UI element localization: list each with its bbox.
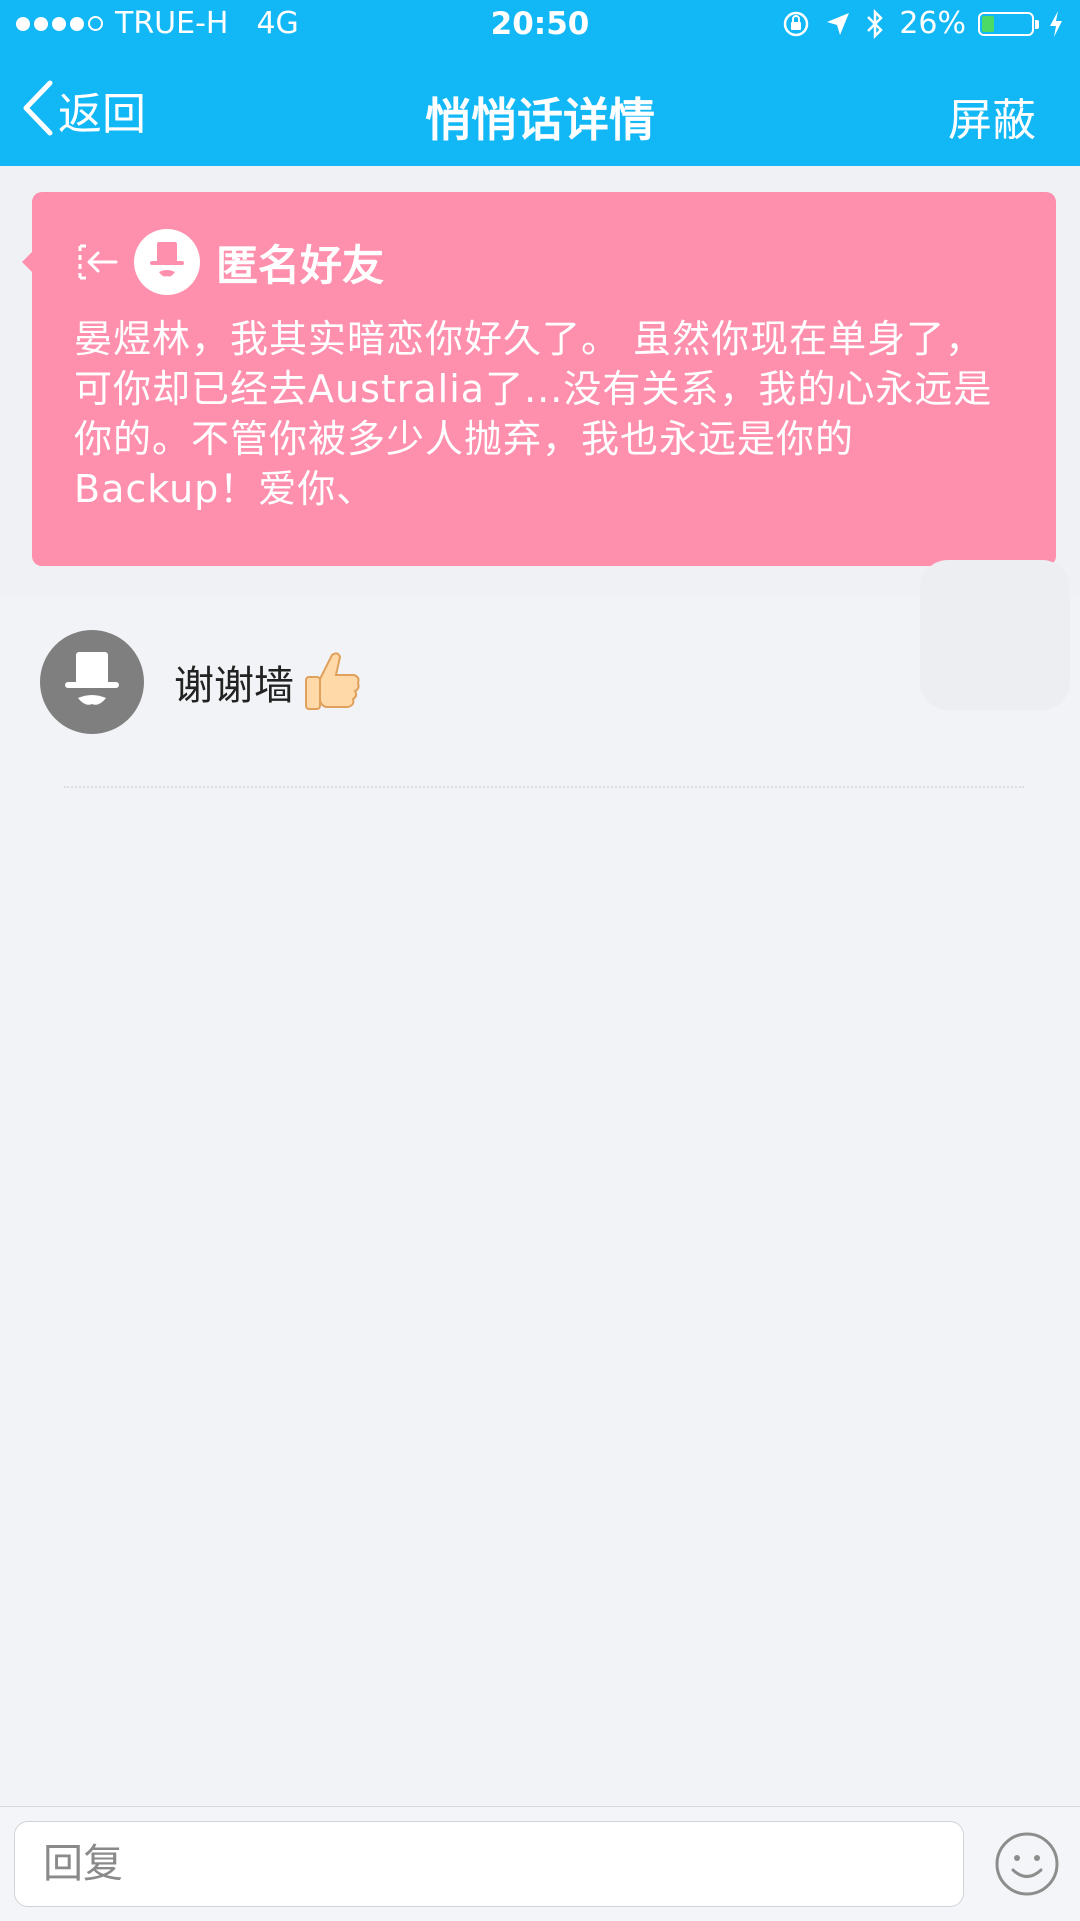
orientation-lock-icon bbox=[781, 9, 811, 39]
anonymous-avatar-icon[interactable] bbox=[40, 630, 144, 734]
smiley-icon[interactable] bbox=[994, 1831, 1060, 1897]
charging-icon bbox=[1048, 10, 1064, 38]
reply-text: 谢谢墙 bbox=[174, 663, 294, 709]
list-item: 谢谢墙 bbox=[40, 630, 1040, 734]
reply-input[interactable] bbox=[14, 1821, 964, 1907]
thumbs-up-icon bbox=[300, 649, 362, 715]
bluetooth-icon bbox=[865, 8, 885, 40]
nav-bar: 返回 悄悄话详情 屏蔽 bbox=[0, 54, 1080, 166]
divider bbox=[64, 786, 1024, 788]
header: TRUE-H 4G 20:50 26% 返回 悄悄话详情 屏蔽 bbox=[0, 0, 1080, 166]
anonymous-avatar-icon bbox=[134, 229, 200, 295]
message-section: 匿名好友 晏煜林，我其实暗恋你好久了。 虽然你现在单身了，可你却已经去Austr… bbox=[0, 166, 1080, 596]
status-bar: TRUE-H 4G 20:50 26% bbox=[0, 0, 1080, 54]
input-bar bbox=[0, 1806, 1080, 1921]
block-button[interactable]: 屏蔽 bbox=[948, 84, 1036, 148]
battery-icon bbox=[978, 11, 1039, 36]
page-title: 悄悄话详情 bbox=[425, 93, 655, 147]
battery-percent: 26% bbox=[899, 6, 966, 41]
message-card: 匿名好友 晏煜林，我其实暗恋你好久了。 虽然你现在单身了，可你却已经去Austr… bbox=[22, 192, 1056, 566]
location-icon bbox=[825, 11, 851, 37]
exit-icon[interactable] bbox=[74, 238, 122, 286]
sender-name: 匿名好友 bbox=[216, 240, 385, 290]
message-body: 晏煜林，我其实暗恋你好久了。 虽然你现在单身了，可你却已经去Australia了… bbox=[74, 317, 993, 511]
